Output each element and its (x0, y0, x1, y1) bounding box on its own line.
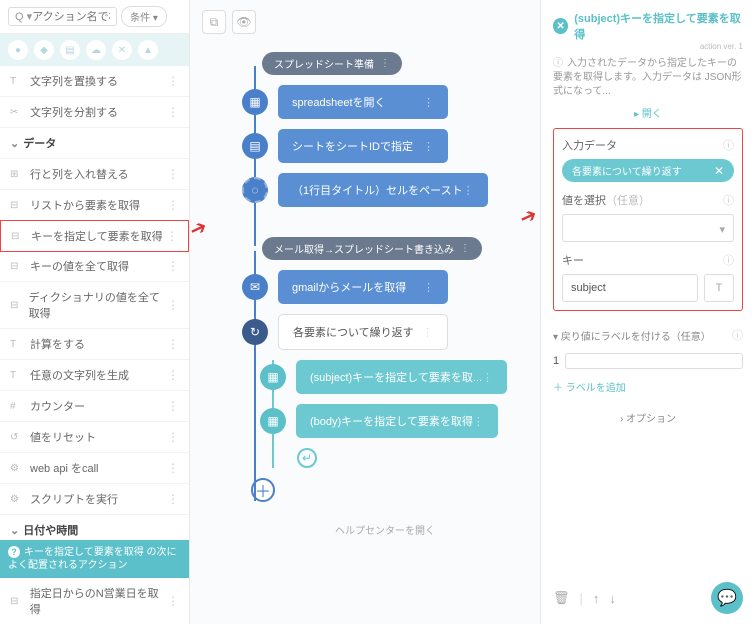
return-label-accordion[interactable]: ▾ 戻り値にラベルを付ける（任意）ⓘ (553, 327, 743, 343)
list-item[interactable]: ⊟キーの値を全て取得⋮ (0, 251, 189, 282)
expand-link[interactable]: ▸ 開く (553, 105, 743, 120)
suggestion-tip[interactable]: ?キーを指定して要素を取得 の次によく配置されるアクション (0, 540, 189, 578)
delete-button[interactable]: 🗑 (553, 590, 570, 606)
action-list: T文字列を置換する⋮ ✂文字列を分割する⋮ ⌄データ ⊞行と列を入れ替える⋮ ⊟… (0, 66, 189, 540)
list-item[interactable]: ⊟リストから要素を取得⋮ (0, 190, 189, 221)
value-select[interactable]: ▾ (562, 214, 734, 242)
label-index: 1 (553, 355, 559, 367)
list-item[interactable]: ↺値をリセット⋮ (0, 422, 189, 453)
copy-button[interactable]: ⧉ (202, 10, 226, 34)
sidebar-top: Q ▾ 条件 ▾ (0, 0, 189, 34)
loop-end-icon[interactable]: ↵ (297, 448, 317, 468)
node-icon[interactable]: ▦ (260, 364, 286, 390)
cat-icon[interactable]: ▲ (138, 40, 158, 60)
node-icon[interactable]: ◌ (242, 177, 268, 203)
list-item[interactable]: ✂文字列を分割する⋮ (0, 97, 189, 128)
cat-icon[interactable]: ▤ (60, 40, 80, 60)
chat-fab[interactable]: 💬 (711, 582, 743, 614)
field-label: 値を選択（任意） (562, 192, 650, 208)
flow-node[interactable]: （1行目タイトル）セルをペースト⋮ (278, 173, 488, 207)
info-icon[interactable]: ⓘ (723, 192, 734, 208)
section-label[interactable]: メール取得→スプレッドシート書き込み⋮ (262, 237, 482, 260)
flow-node[interactable]: (body)キーを指定して要素を取得⋮ (296, 404, 498, 438)
panel-footer: 🗑 | ↑ ↓ 💬 (553, 572, 743, 614)
flow-canvas[interactable]: ⧉ 👁 スプレッドシート準備⋮ ▦ spreadsheetを開く⋮ ▤ シートをシー… (190, 0, 540, 624)
add-label-button[interactable]: ＋ ラベルを追加 (553, 379, 743, 394)
cat-icon[interactable]: ☁ (86, 40, 106, 60)
input-tag[interactable]: 各要素について繰り返す✕ (562, 159, 734, 182)
node-icon[interactable]: ▤ (242, 133, 268, 159)
list-item[interactable]: ⊞行と列を入れ替える⋮ (0, 159, 189, 190)
cat-icon[interactable]: ✕ (112, 40, 132, 60)
flow-node-loop[interactable]: 各要素について繰り返す⋮ (278, 314, 448, 350)
chevron-down-icon: ▾ (719, 223, 725, 236)
label-input[interactable] (565, 353, 743, 369)
key-input[interactable]: subject (562, 274, 698, 302)
version-label: action ver. 1 (553, 42, 743, 51)
list-item[interactable]: T任意の文字列を生成⋮ (0, 360, 189, 391)
options-accordion[interactable]: › オプション (553, 410, 743, 425)
list-item[interactable]: ⚙web api をcall⋮ (0, 453, 189, 484)
node-icon[interactable]: ▦ (242, 89, 268, 115)
properties-panel: ✕(subject)キーを指定して要素を取得 action ver. 1 ⓘ入力… (540, 0, 755, 624)
flow-node-selected[interactable]: (subject)キーを指定して要素を取...⋮ (296, 360, 507, 394)
flow-node[interactable]: シートをシートIDで指定⋮ (278, 129, 448, 163)
move-down-button[interactable]: ↓ (609, 591, 616, 606)
node-icon[interactable]: ✉ (242, 274, 268, 300)
panel-description: ⓘ入力されたデータから指定したキーの要素を取得します。入力データは JSON形式… (553, 57, 743, 99)
list-item[interactable]: ⊟指定日からのN営業日を取得⋮ (0, 578, 189, 624)
search-box[interactable]: Q ▾ (8, 7, 117, 26)
cat-icon[interactable]: ● (8, 40, 28, 60)
list-item[interactable]: ⚙スクリプトを実行⋮ (0, 484, 189, 515)
list-item-selected[interactable]: ⊟キーを指定して要素を取得⋮ (0, 220, 189, 252)
list-item[interactable]: T計算をする⋮ (0, 329, 189, 360)
flow-node[interactable]: gmailからメールを取得⋮ (278, 270, 448, 304)
panel-title: ✕(subject)キーを指定して要素を取得 (553, 10, 743, 42)
filter-pill[interactable]: 条件 ▾ (121, 6, 167, 27)
cat-icon[interactable]: ◆ (34, 40, 54, 60)
node-icon[interactable]: ▦ (260, 408, 286, 434)
move-up-button[interactable]: ↑ (593, 591, 600, 606)
list-item[interactable]: T文字列を置換する⋮ (0, 66, 189, 97)
info-icon[interactable]: ⓘ (723, 137, 734, 153)
list-header-data[interactable]: ⌄データ (0, 128, 189, 159)
list-item[interactable]: ⊟ディクショナリの値を全て取得⋮ (0, 282, 189, 329)
input-fieldset: 入力データ ⓘ 各要素について繰り返す✕ 値を選択（任意） ⓘ ▾ キー ⓘ subj… (553, 128, 743, 311)
text-mode-button[interactable]: T (704, 274, 734, 302)
list-header-date[interactable]: ⌄日付や時間 (0, 515, 189, 540)
remove-tag-icon[interactable]: ✕ (714, 164, 724, 178)
list-item[interactable]: #カウンター⋮ (0, 391, 189, 422)
help-link[interactable]: ヘルプセンターを開く (242, 522, 528, 537)
sidebar: Q ▾ 条件 ▾ ● ◆ ▤ ☁ ✕ ▲ T文字列を置換する⋮ ✂文字列を分割す… (0, 0, 190, 624)
category-icon-bar: ● ◆ ▤ ☁ ✕ ▲ (0, 34, 189, 66)
info-icon[interactable]: ⓘ (723, 252, 734, 268)
visibility-button[interactable]: 👁 (232, 10, 256, 34)
search-input[interactable] (32, 11, 110, 23)
flow-node[interactable]: spreadsheetを開く⋮ (278, 85, 448, 119)
field-label: 入力データ (562, 137, 617, 153)
loop-icon[interactable]: ↻ (242, 319, 268, 345)
section-label[interactable]: スプレッドシート準備⋮ (262, 52, 402, 75)
field-label: キー (562, 252, 584, 268)
close-icon[interactable]: ✕ (553, 18, 568, 34)
